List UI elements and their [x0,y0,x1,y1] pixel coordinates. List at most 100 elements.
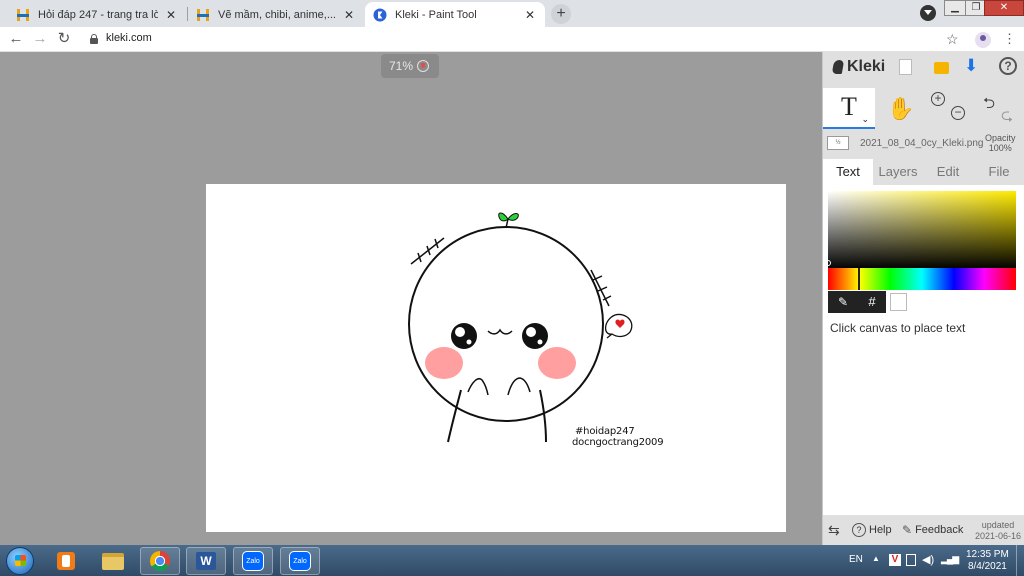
updated-label: updated [981,520,1015,530]
sprout-leaf-left [498,212,509,222]
tab-text[interactable]: Text [823,159,873,185]
panel-tabs: Text Layers Edit File [823,159,1024,185]
new-image-icon[interactable] [899,59,912,75]
opacity-label: Opacity [985,133,1016,143]
left-eye [451,323,477,349]
updated-date: 2021-06-16 [975,531,1022,541]
drawing-canvas[interactable]: #hoidap247 docngoctrang2009 [206,184,786,532]
text-tool-button[interactable]: T ⌄ [823,88,875,129]
reload-button[interactable]: ↻ [54,30,74,50]
show-desktop-button[interactable] [1016,545,1024,576]
bookmark-star-icon[interactable]: ☆ [946,31,959,48]
taskbar-media-player[interactable] [46,547,86,575]
layer-name: 2021_08_04_0cy_Kleki.png [860,138,984,149]
hue-slider[interactable] [828,268,1016,290]
hand-left [467,378,489,396]
device-icon[interactable] [906,554,916,566]
media-player-icon [57,552,75,570]
hand-right [507,377,531,396]
window-close-button[interactable]: ✕ [984,0,1024,16]
feedback-icon: ✎ [902,523,913,537]
text-tool-icon: T [841,92,857,121]
zoom-indicator[interactable]: 71% [381,54,439,78]
sv-picker-handle[interactable] [825,260,831,266]
word-icon: W [196,552,216,570]
chrome-profile-menu-icon[interactable] [920,5,936,21]
taskbar-word[interactable]: W [186,547,226,575]
hue-slider-handle[interactable] [858,268,860,290]
secondary-color-swatch[interactable] [890,293,907,311]
tab-edit[interactable]: Edit [925,159,971,185]
tool-hint: Click canvas to place text [830,321,966,335]
tab-kleki[interactable]: Kleki - Paint Tool ✕ [365,2,545,27]
show-hidden-icons-icon[interactable]: ▲ [872,554,880,563]
download-icon[interactable]: ⬇ [964,56,982,75]
body-right [539,389,547,443]
network-signal-icon[interactable]: ▂▄▆ [941,554,959,565]
taskbar-zalo-pc[interactable]: Zalo [280,547,320,575]
lock-icon[interactable] [90,34,98,44]
hex-input-button[interactable]: # [858,291,886,313]
tab-title: Kleki - Paint Tool [395,8,477,21]
volume-icon[interactable]: ◀) [922,553,934,566]
tab-close-icon[interactable]: ✕ [342,8,356,22]
active-layer-row[interactable]: ½ 2021_08_04_0cy_Kleki.png Opacity 100% [823,129,1024,159]
hashtag-text: #hoidap247 [575,426,635,437]
hoidap-h-icon [196,8,210,22]
forward-button[interactable]: → [30,30,50,50]
clock[interactable]: 12:35 PM 8/4/2021 [966,549,1009,573]
taskbar-zalo[interactable]: Zalo [233,547,273,575]
tab-close-icon[interactable]: ✕ [164,8,178,22]
minimize-button[interactable]: ▁ [944,0,966,16]
browser-tab-strip: Hỏi đáp 247 - trang tra lời ✕ Vẽ mầm, ch… [0,0,1024,27]
kleki-side-panel: Kleki ⬇ ? T ⌄ ✋ + − ⮌ ⮎ ½ 2021_08_04_0cy… [822,52,1024,545]
tab-file[interactable]: File [973,159,1024,185]
blush-right [538,347,576,379]
chrome-icon [150,551,170,571]
open-folder-icon[interactable] [934,62,949,74]
taskbar-file-explorer[interactable] [93,547,133,575]
unikey-icon[interactable]: V [889,554,901,566]
zoom-reset-icon[interactable] [417,60,430,72]
redo-icon[interactable]: ⮎ [1001,105,1013,130]
language-indicator[interactable]: EN [849,554,863,565]
address-bar[interactable]: kleki.com [106,32,152,44]
tool-dropdown-icon[interactable]: ⌄ [861,115,869,124]
tab-layers[interactable]: Layers [873,159,923,185]
stitch-left [410,237,445,265]
clock-time: 12:35 PM [966,549,1009,560]
help-link[interactable]: ? Help [852,523,892,537]
tab-hoidap-2[interactable]: Vẽ mầm, chibi, anime,... gì cũng đ ✕ [188,2,364,27]
hand-tool-icon[interactable]: ✋ [887,96,914,122]
tab-hoidap-1[interactable]: Hỏi đáp 247 - trang tra lời ✕ [8,2,186,27]
kleki-logo-icon [373,8,387,22]
new-tab-button[interactable]: + [551,4,571,24]
eyedropper-icon[interactable]: ✎ [828,291,858,313]
browser-menu-icon[interactable]: ⋮ [1003,31,1016,47]
mouth [487,328,513,335]
zalo-pc-icon: Zalo [289,551,311,571]
start-button[interactable] [6,547,34,575]
swap-ui-side-icon[interactable]: ⇆ [828,522,840,539]
back-button[interactable]: ← [6,30,26,50]
profile-avatar[interactable] [975,32,991,48]
zoom-in-icon[interactable]: + [931,92,945,106]
feedback-link[interactable]: ✎ Feedback [902,523,963,537]
tab-close-icon[interactable]: ✕ [523,8,537,22]
folder-icon [102,552,124,570]
kleki-brand[interactable]: Kleki [831,58,885,76]
taskbar-chrome[interactable] [140,547,180,575]
chibi-drawing [408,212,633,443]
system-tray: EN ▲ V ◀) ▂▄▆ 12:35 PM 8/4/2021 [844,545,1024,576]
zalo-icon: Zalo [242,551,264,571]
saturation-value-picker[interactable] [828,191,1016,269]
zoom-level: 71% [389,59,414,73]
help-icon[interactable]: ? [999,57,1017,75]
help-link-label: Help [869,524,892,536]
undo-icon[interactable]: ⮌ [983,93,995,118]
text-tool-settings: ✎ # Click canvas to place text [823,185,1024,515]
kleki-logo-icon [831,59,845,75]
help-circle-icon: ? [852,523,866,537]
brand-name: Kleki [847,58,886,75]
zoom-out-icon[interactable]: − [951,106,965,120]
